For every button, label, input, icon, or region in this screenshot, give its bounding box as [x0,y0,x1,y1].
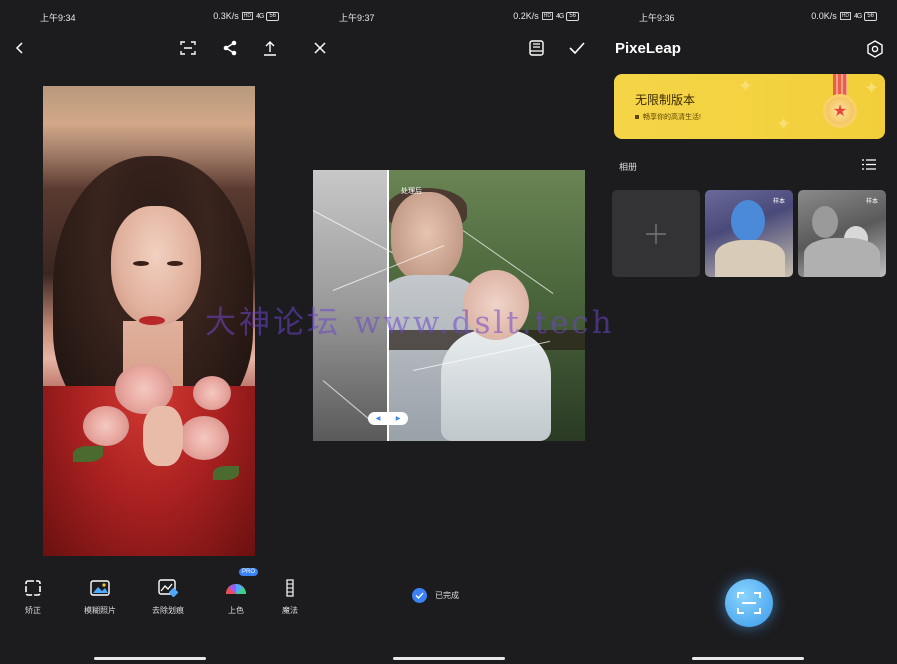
tool-label: 魔法 [282,606,298,615]
scan-icon [737,592,761,614]
arrow-right-icon: ▶ [395,416,401,422]
tool-label: 矫正 [25,606,41,615]
scratch-remove-icon [143,577,193,599]
share-icon[interactable] [220,38,240,58]
medal-ribbon [833,74,847,96]
colorize-icon [211,577,261,599]
tool-label: 去除划痕 [152,606,184,615]
plus-icon [646,223,666,244]
home-indicator [93,657,206,660]
network-speed: 0.3K/s [213,11,239,21]
battery-icon: 56 [266,11,279,21]
sample-tag: 样本 [865,199,878,205]
editor-screen: 上午9:34 0.3K/s HD 4G 56 矫正 模糊照片 去除划痕 PRO … [0,0,299,664]
home-indicator [692,657,804,660]
banner-title: 无限制版本 [635,93,696,107]
tool-label: 上色 [228,606,244,615]
album-label: 相册 [619,162,638,172]
battery-icon: 56 [864,11,877,21]
add-photo-tile[interactable] [612,190,700,277]
status-bar: 上午9:34 0.3K/s HD 4G 56 [0,9,299,25]
sparkle-icon: ✦ [738,76,754,96]
network-speed: 0.2K/s [513,11,539,21]
compare-slider-handle[interactable]: ◀ ▶ [368,412,408,425]
after-label: 处理后 [401,188,422,195]
hd-badge: HD [839,12,851,20]
tool-correct[interactable]: 矫正 [8,577,58,616]
arrow-left-icon: ◀ [375,416,381,422]
book-icon[interactable] [526,38,546,58]
back-icon[interactable] [10,38,30,58]
done-label: 已完成 [435,591,459,600]
status-time: 上午9:36 [639,13,675,23]
magic-icon [270,577,299,599]
status-bar: 上午9:36 0.0K/s HD 4G 56 [599,9,897,25]
tool-label: 模糊照片 [84,606,116,615]
signal-icon: 4G [555,12,564,20]
compare-screen: 上午9:37 0.2K/s HD 4G 56 处理后 ◀ ▶ 已完成 [299,0,599,664]
signal-icon: 4G [853,12,862,20]
hd-badge: HD [241,12,253,20]
battery-icon: 56 [566,11,579,21]
app-title: PixeLeap [615,40,681,57]
network-speed: 0.0K/s [811,11,837,21]
before-image [313,170,387,441]
list-view-icon[interactable] [861,156,877,172]
status-time: 上午9:34 [40,13,76,23]
before-after-compare[interactable]: 处理后 ◀ ▶ [313,170,585,441]
tool-remove-scratch[interactable]: 去除划痕 [143,577,193,616]
hd-badge: HD [541,12,553,20]
sparkle-icon: ✦ [864,78,880,98]
sample-photo[interactable]: 样本 [798,190,886,277]
settings-icon[interactable] [865,39,885,59]
crop-icon [8,577,58,599]
done-status: 已完成 [412,588,459,603]
home-screen: 上午9:36 0.0K/s HD 4G 56 PixeLeap ✦ ✦ ✦ 无限… [599,0,897,664]
check-circle-icon [412,588,427,603]
tool-blur-photo[interactable]: 模糊照片 [75,577,125,616]
medal-icon: ★ [823,94,857,128]
compare-divider [387,170,389,441]
upgrade-banner[interactable]: ✦ ✦ ✦ 无限制版本 畅享你的高清生活! ★ [614,74,885,139]
export-icon[interactable] [260,38,280,58]
close-icon[interactable] [310,38,330,58]
tool-colorize[interactable]: PRO 上色 [211,568,261,616]
status-time: 上午9:37 [339,13,375,23]
photo-icon [75,577,125,599]
tool-bar: 矫正 模糊照片 去除划痕 PRO 上色 魔法 [0,568,299,627]
portrait-photo [43,86,255,556]
pro-badge: PRO [239,568,259,576]
banner-subtitle: 畅享你的高清生活! [635,112,701,122]
tool-magic[interactable]: 魔法 [270,577,299,616]
signal-icon: 4G [255,12,264,20]
check-icon[interactable] [567,38,587,58]
scan-icon[interactable] [178,38,198,58]
status-bar: 上午9:37 0.2K/s HD 4G 56 [299,9,599,25]
sample-tag: 样本 [772,199,785,205]
sample-photo[interactable]: 样本 [705,190,793,277]
scan-button[interactable] [725,579,773,627]
home-indicator [393,657,505,660]
sparkle-icon: ✦ [776,114,792,134]
